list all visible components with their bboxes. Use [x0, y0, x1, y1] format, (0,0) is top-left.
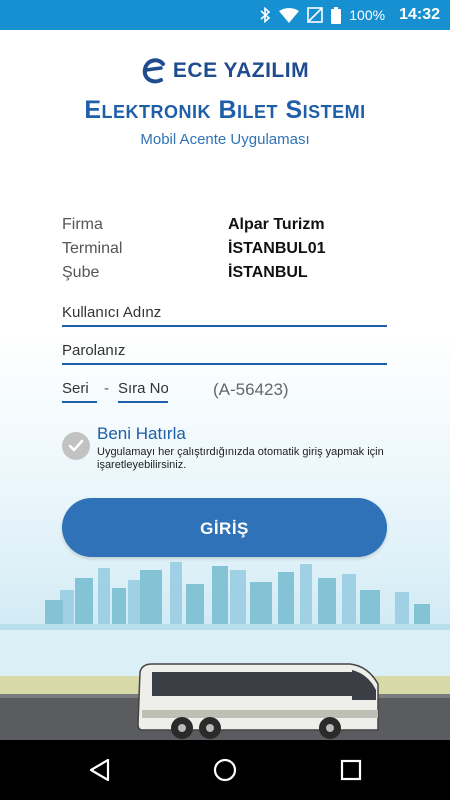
username-field-container	[62, 304, 387, 327]
login-button[interactable]: GİRİŞ	[62, 498, 387, 557]
login-screen: 100% 14:32 ECE YAZILIM Elektronik Bilet …	[0, 0, 450, 800]
recents-icon[interactable]	[336, 755, 366, 785]
serial-field-container	[62, 380, 97, 403]
app-title: Elektronik Bilet Sistemi	[84, 96, 366, 124]
serial-hint: (A-56423)	[213, 380, 289, 399]
wifi-icon	[279, 7, 300, 23]
app-subtitle: Mobil Acente Uygulaması	[140, 131, 310, 148]
info-row-sube: Şube İSTANBUL	[62, 261, 392, 285]
logo-icon	[141, 56, 169, 86]
info-row-firma: Firma Alpar Turizm	[62, 213, 392, 237]
home-icon[interactable]	[210, 755, 240, 785]
info-label: Terminal	[62, 240, 123, 257]
serial-dash: -	[104, 380, 109, 397]
battery-percent: 100%	[349, 7, 386, 23]
info-label: Şube	[62, 264, 100, 281]
password-field-container	[62, 342, 387, 365]
company-name: ECE YAZILIM	[172, 59, 310, 82]
status-bar: 100% 14:32	[0, 0, 450, 30]
brand-header: ECE YAZILIM	[0, 56, 450, 91]
navigation-bar	[0, 740, 450, 800]
remember-description: Uygulamayı her çalıştırdığınızda otomati…	[97, 446, 384, 471]
remember-title[interactable]: Beni Hatırla	[97, 424, 186, 444]
bus-icon	[137, 663, 379, 739]
password-input[interactable]	[62, 342, 387, 363]
city-bus-illustration	[0, 560, 450, 740]
back-icon[interactable]	[84, 755, 114, 785]
info-row-terminal: Terminal İSTANBUL01	[62, 237, 392, 261]
username-input[interactable]	[62, 304, 387, 325]
battery-icon	[331, 6, 342, 24]
sequence-input[interactable]	[118, 380, 168, 401]
agency-info: Firma Alpar Turizm Terminal İSTANBUL01 Ş…	[62, 213, 392, 285]
info-value: Alpar Turizm	[228, 216, 325, 233]
clock: 14:32	[399, 6, 440, 23]
no-sim-icon	[307, 7, 324, 23]
check-icon	[68, 439, 84, 452]
bluetooth-icon	[259, 7, 271, 23]
remember-checkbox[interactable]	[62, 432, 90, 460]
sequence-field-container	[118, 380, 168, 403]
serial-input[interactable]	[62, 380, 97, 401]
info-value: İSTANBUL	[228, 264, 308, 281]
info-value: İSTANBUL01	[228, 240, 326, 257]
serial-row: - (A-56423)	[62, 380, 387, 406]
info-label: Firma	[62, 216, 103, 233]
